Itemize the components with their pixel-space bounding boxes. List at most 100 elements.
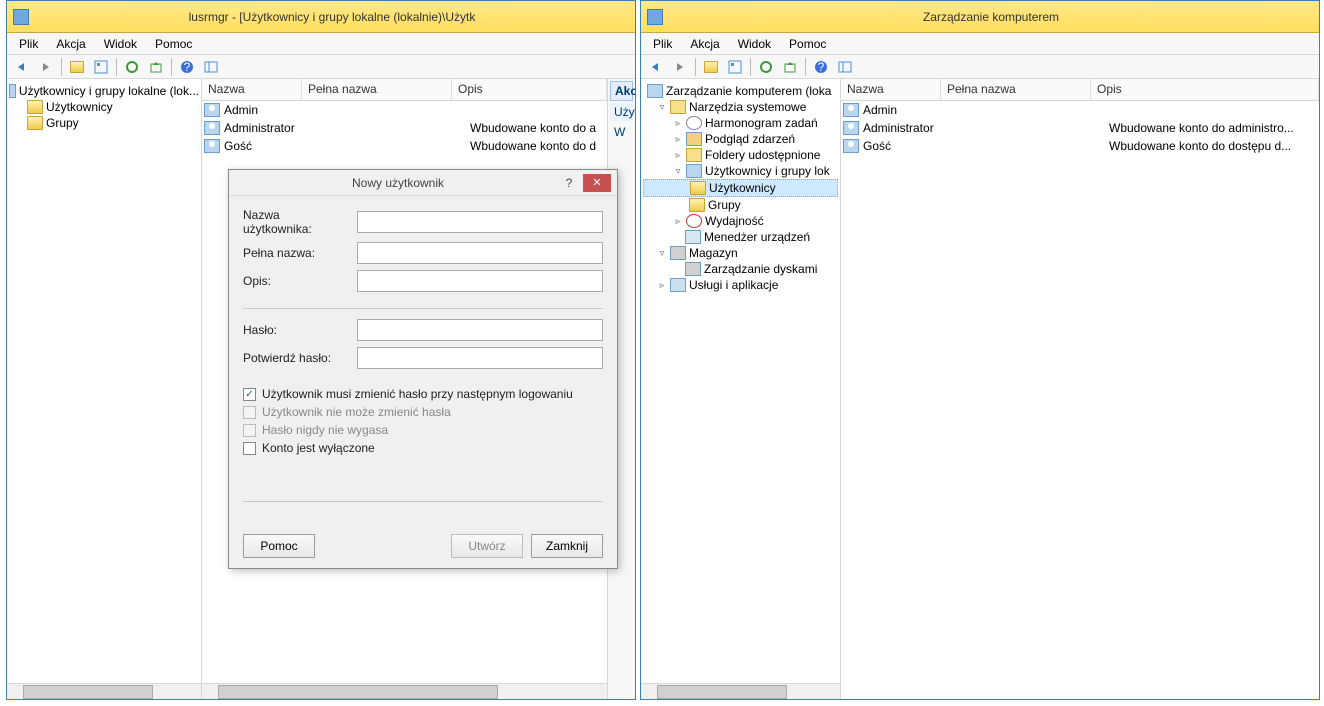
dialog-titlebar[interactable]: Nowy użytkownik ? ✕: [229, 170, 617, 196]
tree-pane[interactable]: Użytkownicy i grupy lokalne (lok... Użyt…: [7, 79, 202, 699]
user-icon: [843, 139, 859, 153]
tree-users[interactable]: Użytkownicy: [643, 179, 838, 197]
cell-desc: Wbudowane konto do dostępu d...: [1109, 139, 1319, 153]
col-name[interactable]: Nazwa: [841, 79, 941, 100]
row-password: Hasło:: [243, 319, 603, 341]
list-row[interactable]: Admin: [841, 101, 1319, 119]
create-button[interactable]: Utwórz: [451, 534, 523, 558]
menu-action[interactable]: Akcja: [48, 35, 93, 53]
list-row[interactable]: Gość Wbudowane konto do d: [202, 137, 607, 155]
list-pane[interactable]: Nazwa Pełna nazwa Opis Admin Administrat…: [841, 79, 1319, 699]
tree-devmgr[interactable]: Menedżer urządzeń: [643, 229, 838, 245]
forward-icon[interactable]: [669, 57, 691, 77]
titlebar[interactable]: lusrmgr - [Użytkownicy i grupy lokalne (…: [7, 1, 635, 33]
expand-icon[interactable]: ▹: [673, 118, 683, 129]
tree-shared[interactable]: ▹Foldery udostępnione: [643, 147, 838, 163]
properties-icon[interactable]: [724, 57, 746, 77]
tree-scrollbar[interactable]: [641, 683, 840, 699]
cell-desc: Wbudowane konto do a: [470, 121, 607, 135]
tree-groups[interactable]: Grupy: [9, 115, 199, 131]
col-fullname[interactable]: Pełna nazwa: [941, 79, 1091, 100]
tree-users[interactable]: Użytkownicy: [9, 99, 199, 115]
checkbox-icon: [243, 424, 256, 437]
show-hide-icon[interactable]: [200, 57, 222, 77]
col-desc[interactable]: Opis: [452, 79, 607, 100]
check-label: Hasło nigdy nie wygasa: [262, 423, 388, 437]
username-field[interactable]: [357, 211, 603, 233]
check-disabled[interactable]: Konto jest wyłączone: [243, 441, 603, 455]
refresh-icon[interactable]: [121, 57, 143, 77]
expand-icon[interactable]: ▹: [673, 134, 683, 145]
menu-file[interactable]: Plik: [645, 35, 680, 53]
forward-icon[interactable]: [35, 57, 57, 77]
close-button[interactable]: Zamknij: [531, 534, 603, 558]
tree-root[interactable]: Użytkownicy i grupy lokalne (lok...: [9, 83, 199, 99]
desc-field[interactable]: [357, 270, 603, 292]
titlebar[interactable]: Zarządzanie komputerem: [641, 1, 1319, 33]
tree-systools[interactable]: ▿ Narzędzia systemowe: [643, 99, 838, 115]
check-mustchange[interactable]: ✓ Użytkownik musi zmienić hasło przy nas…: [243, 387, 603, 401]
shared-folder-icon: [686, 148, 702, 162]
menu-action[interactable]: Akcja: [682, 35, 727, 53]
show-hide-icon[interactable]: [834, 57, 856, 77]
tree-lug[interactable]: ▿Użytkownicy i grupy lok: [643, 163, 838, 179]
list-row[interactable]: Administrator Wbudowane konto do adminis…: [841, 119, 1319, 137]
list-row[interactable]: Administrator Wbudowane konto do a: [202, 119, 607, 137]
back-icon[interactable]: [645, 57, 667, 77]
checkbox-icon[interactable]: ✓: [243, 388, 256, 401]
tree-root[interactable]: Zarządzanie komputerem (loka: [643, 83, 838, 99]
tree-pane[interactable]: Zarządzanie komputerem (loka ▿ Narzędzia …: [641, 79, 841, 699]
tree-label: Grupy: [708, 198, 741, 212]
checkbox-icon[interactable]: [243, 442, 256, 455]
help-icon[interactable]: ?: [176, 57, 198, 77]
export-icon[interactable]: [145, 57, 167, 77]
help-icon[interactable]: ?: [561, 176, 577, 190]
list-scrollbar[interactable]: [202, 683, 607, 699]
up-folder-icon[interactable]: [700, 57, 722, 77]
expand-icon[interactable]: ▹: [657, 280, 667, 291]
menu-file[interactable]: Plik: [11, 35, 46, 53]
close-icon[interactable]: ✕: [583, 174, 611, 192]
checkbox-icon: [243, 406, 256, 419]
col-fullname[interactable]: Pełna nazwa: [302, 79, 452, 100]
menu-help[interactable]: Pomoc: [147, 35, 200, 53]
fullname-field[interactable]: [357, 242, 603, 264]
separator: [171, 58, 172, 76]
refresh-icon[interactable]: [755, 57, 777, 77]
export-icon[interactable]: [779, 57, 801, 77]
tree-groups[interactable]: Grupy: [643, 197, 838, 213]
help-button[interactable]: Pomoc: [243, 534, 315, 558]
expand-icon[interactable]: ▹: [673, 216, 683, 227]
menu-help[interactable]: Pomoc: [781, 35, 834, 53]
col-desc[interactable]: Opis: [1091, 79, 1319, 100]
confirm-password-field[interactable]: [357, 347, 603, 369]
up-folder-icon[interactable]: [66, 57, 88, 77]
help-icon[interactable]: ?: [810, 57, 832, 77]
expand-icon[interactable]: ▹: [673, 150, 683, 161]
tree-root-label: Użytkownicy i grupy lokalne (lok...: [19, 84, 199, 98]
collapse-icon[interactable]: ▿: [657, 248, 667, 259]
actions-more[interactable]: W: [608, 123, 635, 141]
collapse-icon[interactable]: ▿: [657, 102, 667, 113]
actions-sub[interactable]: Użytk: [610, 103, 633, 121]
tree-event[interactable]: ▹Podgląd zdarzeń: [643, 131, 838, 147]
separator: [805, 58, 806, 76]
col-name[interactable]: Nazwa: [202, 79, 302, 100]
cell-desc: Wbudowane konto do d: [470, 139, 607, 153]
password-field[interactable]: [357, 319, 603, 341]
tree-sched[interactable]: ▹Harmonogram zadań: [643, 115, 838, 131]
tree-storage[interactable]: ▿Magazyn: [643, 245, 838, 261]
dialog-title: Nowy użytkownik: [235, 176, 561, 190]
properties-icon[interactable]: [90, 57, 112, 77]
tree-services[interactable]: ▹Usługi i aplikacje: [643, 277, 838, 293]
tree-label: Narzędzia systemowe: [689, 100, 806, 114]
list-row[interactable]: Gość Wbudowane konto do dostępu d...: [841, 137, 1319, 155]
menu-view[interactable]: Widok: [730, 35, 779, 53]
tree-perf[interactable]: ▹Wydajność: [643, 213, 838, 229]
tree-diskmgmt[interactable]: Zarządzanie dyskami: [643, 261, 838, 277]
menu-view[interactable]: Widok: [96, 35, 145, 53]
back-icon[interactable]: [11, 57, 33, 77]
list-row[interactable]: Admin: [202, 101, 607, 119]
collapse-icon[interactable]: ▿: [673, 166, 683, 177]
tree-scrollbar[interactable]: [7, 683, 201, 699]
